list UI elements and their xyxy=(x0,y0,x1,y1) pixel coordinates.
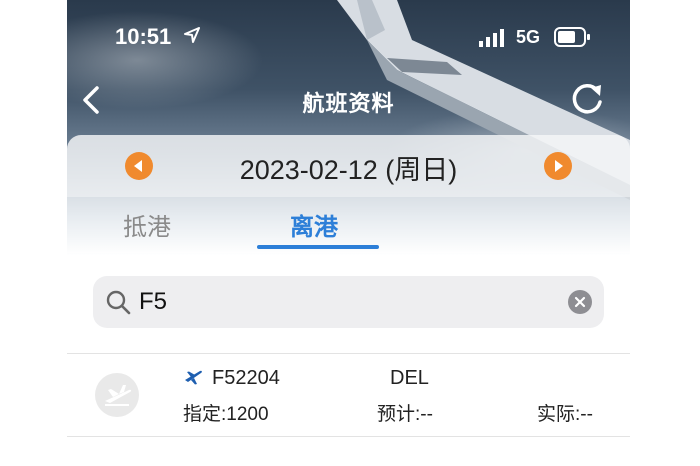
destination-code: DEL xyxy=(390,367,429,389)
flight-avatar xyxy=(95,373,139,417)
flight-number: F52204 xyxy=(212,367,280,389)
phone-screen: 10:51 5G 航班资料 2023-02-12 (周日) 抵港 离港 F5 F… xyxy=(67,0,630,466)
search-icon xyxy=(106,290,131,315)
refresh-icon[interactable] xyxy=(567,80,607,120)
network-type: 5G xyxy=(516,27,541,47)
search-input[interactable] xyxy=(139,286,559,318)
scheduled-time: 指定:1200 xyxy=(183,404,269,425)
tab-arrivals[interactable]: 抵港 xyxy=(123,207,171,242)
list-divider xyxy=(67,436,630,437)
airplane-icon xyxy=(185,370,202,385)
search-box xyxy=(93,276,604,328)
location-arrow-icon xyxy=(184,27,200,43)
next-day-arrow-icon[interactable] xyxy=(544,152,572,180)
list-divider xyxy=(67,353,630,354)
direction-tabs: 抵港 离港 xyxy=(67,197,630,253)
actual-time: 实际:-- xyxy=(537,404,593,425)
active-tab-indicator xyxy=(257,245,379,249)
date-selector: 2023-02-12 (周日) xyxy=(67,135,630,197)
navigation-bar: 航班资料 xyxy=(67,78,630,124)
page-title: 航班资料 xyxy=(302,91,395,116)
clock: 10:51 xyxy=(115,24,172,49)
battery-icon xyxy=(554,27,590,47)
takeoff-plane-icon xyxy=(105,385,132,406)
signal-bars-icon xyxy=(479,29,504,47)
status-bar: 10:51 5G xyxy=(67,0,630,70)
estimated-time: 预计:-- xyxy=(377,404,433,425)
flight-row[interactable]: F52204 DEL 指定:1200 预计:-- 实际:-- xyxy=(67,355,630,436)
tab-departures[interactable]: 离港 xyxy=(290,207,338,242)
clear-search-icon[interactable] xyxy=(568,290,592,314)
